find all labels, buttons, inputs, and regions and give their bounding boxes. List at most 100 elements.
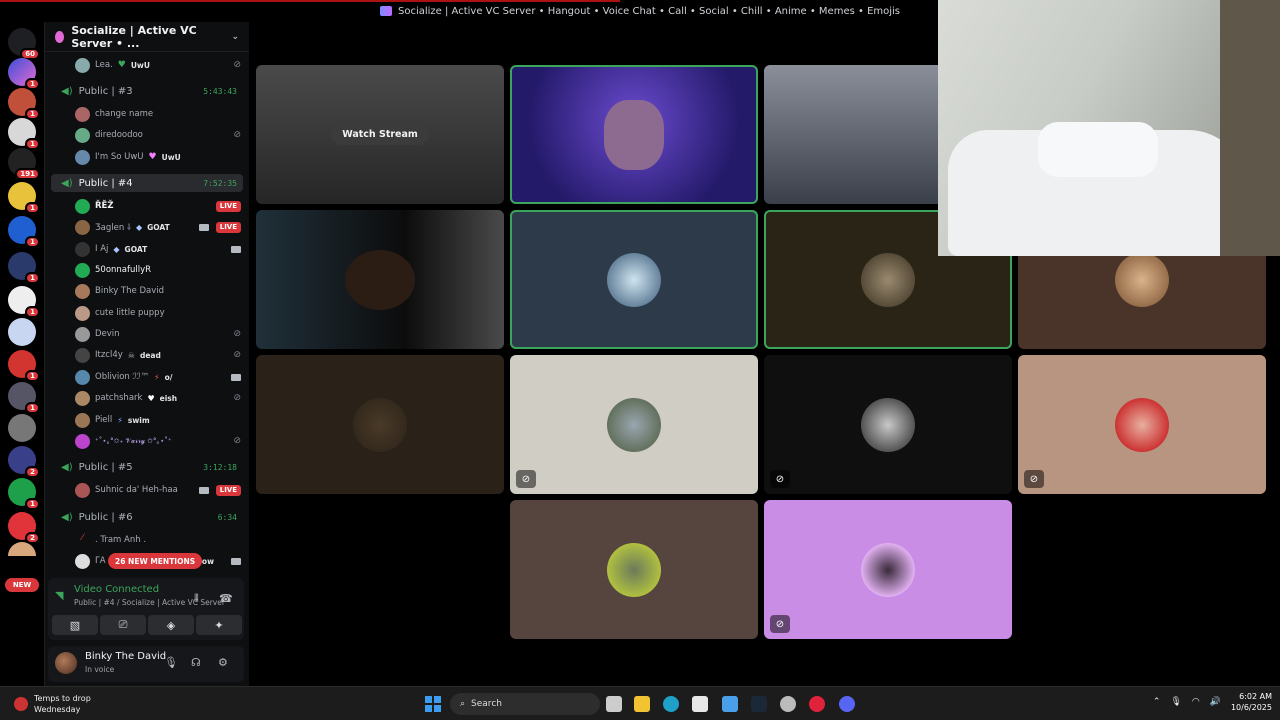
member-tag: eish <box>159 393 178 403</box>
server-icon[interactable]: 1 <box>8 350 40 382</box>
diamond-icon: ◆ <box>135 222 143 232</box>
microphone-icon[interactable]: 🎙 <box>1170 697 1181 707</box>
stream-tile[interactable]: Watch Stream <box>256 65 504 204</box>
list-item[interactable]: ⁄ . Tram Anh . <box>75 531 241 549</box>
list-item[interactable]: cute little puppy <box>75 304 241 322</box>
voice-channel-public-5[interactable]: ◀) Public | #5 3:12:18 <box>51 458 243 476</box>
notification-badge: 1 <box>25 272 40 284</box>
app-icon[interactable] <box>692 696 708 712</box>
server-header[interactable]: Socialize | Active VC Server • ... ⌄ <box>45 22 249 52</box>
volume-icon[interactable]: 🔊 <box>1210 697 1221 707</box>
video-tile[interactable]: ⊘ <box>764 355 1012 494</box>
obs-icon[interactable] <box>780 696 796 712</box>
member-name: Piell <box>95 415 113 425</box>
gear-icon[interactable]: ⚙ <box>218 656 228 669</box>
chevron-up-icon[interactable]: ⌃ <box>1153 697 1161 707</box>
microphone-icon[interactable]: 🎙 <box>164 656 178 669</box>
list-item[interactable]: patchshark ♥ eish ⊘ <box>75 389 241 407</box>
activities-button[interactable]: ◈ <box>148 615 194 635</box>
server-icon[interactable]: 1 <box>8 216 40 248</box>
voice-channel-path[interactable]: Public | #4 / Socialize | Active VC Serv… <box>74 598 224 607</box>
search-input[interactable]: ⌕ Search <box>450 693 600 715</box>
list-item[interactable]: Itzcl4y ☠ dead ⊘ <box>75 346 241 364</box>
list-item[interactable]: Binky The David <box>75 282 241 300</box>
list-item[interactable]: Devin ⊘ <box>75 325 241 343</box>
avatar <box>75 283 90 299</box>
server-rail: 60 1 1 1 191 1 1 1 1 1 1 2 1 2 NEW <box>0 22 44 686</box>
steam-icon[interactable] <box>751 696 767 712</box>
direct-messages-icon[interactable]: 60 <box>8 28 40 60</box>
server-icon[interactable]: 2 <box>8 446 40 478</box>
list-item[interactable]: Suhnic da' Heh-haa LIVE <box>75 481 241 499</box>
server-icon[interactable]: 1 <box>8 286 40 318</box>
list-item[interactable]: I Aj ◆ GOAT <box>75 240 241 258</box>
user-status: In voice <box>85 665 115 674</box>
noise-suppression-icon[interactable]: ⦀ <box>194 592 199 606</box>
member-name: cute little puppy <box>95 308 165 318</box>
user-name[interactable]: Binky The David <box>85 651 166 662</box>
headphones-icon[interactable]: ☊ <box>191 656 201 669</box>
list-item[interactable]: ⁺˚⋆｡°✩₊ 𝒱𝒶𝓇𝓇𝓎 ✩°｡⋆˚⁺ ⊘ <box>75 432 241 450</box>
windows-start-icon[interactable] <box>425 696 441 712</box>
soundboard-icon: ✦ <box>214 618 224 632</box>
video-tile[interactable] <box>510 210 758 349</box>
member-tag: GOAT <box>147 222 170 232</box>
task-view-icon[interactable] <box>606 696 622 712</box>
server-icon[interactable]: 1 <box>8 182 40 214</box>
file-explorer-icon[interactable] <box>634 696 650 712</box>
list-item[interactable]: I'm So UwU ♥ UwU <box>75 148 241 166</box>
watch-stream-button[interactable]: Watch Stream <box>331 124 429 145</box>
video-tile[interactable]: ⊘ <box>1018 355 1266 494</box>
opera-icon[interactable] <box>809 696 825 712</box>
server-icon[interactable] <box>8 414 36 442</box>
discord-icon[interactable] <box>839 696 855 712</box>
soundboard-button[interactable]: ✦ <box>196 615 242 635</box>
new-unreads-pill[interactable]: NEW <box>5 578 39 592</box>
avatar <box>1115 397 1169 452</box>
server-icon-socialize[interactable]: 1 <box>8 58 40 90</box>
weather-widget[interactable]: Temps to drop Wednesday <box>14 693 91 715</box>
server-icon[interactable]: 191 <box>8 148 40 180</box>
list-item[interactable]: Lea. ♥ UwU ⊘ <box>75 56 241 74</box>
server-icon[interactable]: 1 <box>8 478 40 510</box>
voice-channel-public-3[interactable]: ◀) Public | #3 5:43:43 <box>51 82 243 100</box>
server-icon[interactable]: 1 <box>8 382 40 414</box>
list-item[interactable]: Oblivion ℐℐ™ ⚡ o/ <box>75 368 241 386</box>
notification-badge: 2 <box>25 466 40 478</box>
server-icon[interactable]: 1 <box>8 252 40 284</box>
video-tile[interactable] <box>256 355 504 494</box>
server-icon[interactable]: 1 <box>8 88 40 120</box>
clock[interactable]: 6:02 AM 10/6/2025 <box>1231 691 1272 713</box>
speaker-icon: ◀) <box>61 85 73 97</box>
deafened-icon: ⊘ <box>233 393 241 403</box>
chevron-down-icon[interactable]: ⌄ <box>231 32 239 42</box>
list-item[interactable]: diredoodoo ⊘ <box>75 126 241 144</box>
video-tile[interactable]: ⊘ <box>764 500 1012 639</box>
list-item[interactable]: Ʒaglen ⸸ ◆ GOAT LIVE <box>75 218 241 236</box>
edge-icon[interactable] <box>663 696 679 712</box>
voice-status[interactable]: Video Connected <box>74 584 159 595</box>
server-icon[interactable] <box>8 542 36 556</box>
voice-channel-public-4[interactable]: ◀) Public | #4 7:52:35 <box>51 174 243 192</box>
video-tile[interactable] <box>510 500 758 639</box>
server-icon[interactable]: 1 <box>8 118 40 150</box>
voice-channel-public-6[interactable]: ◀) Public | #6 6:34 <box>51 508 243 526</box>
avatar <box>607 542 661 597</box>
camera-toggle-button[interactable]: ▧ <box>52 615 98 635</box>
list-item[interactable]: Piell ⚡ swim <box>75 411 241 429</box>
list-item[interactable]: ŘĔŽ LIVE <box>75 197 241 215</box>
screen-share-button[interactable]: ⎚ <box>100 615 146 635</box>
new-mentions-pill[interactable]: 26 NEW MENTIONS <box>108 553 203 569</box>
video-tile[interactable] <box>256 210 504 349</box>
heart-icon: ♥ <box>147 393 155 403</box>
wifi-icon[interactable]: ◠ <box>1192 697 1200 707</box>
server-icon[interactable]: 2 <box>8 512 40 544</box>
notepad-icon[interactable] <box>722 696 738 712</box>
disconnect-icon[interactable]: ☎ <box>219 592 233 605</box>
list-item[interactable]: 50onnafullyR <box>75 261 241 279</box>
avatar[interactable] <box>55 652 77 674</box>
video-tile[interactable]: ⊘ <box>510 355 758 494</box>
server-icon[interactable] <box>8 318 36 346</box>
video-tile[interactable] <box>510 65 758 204</box>
list-item[interactable]: change name <box>75 105 241 123</box>
